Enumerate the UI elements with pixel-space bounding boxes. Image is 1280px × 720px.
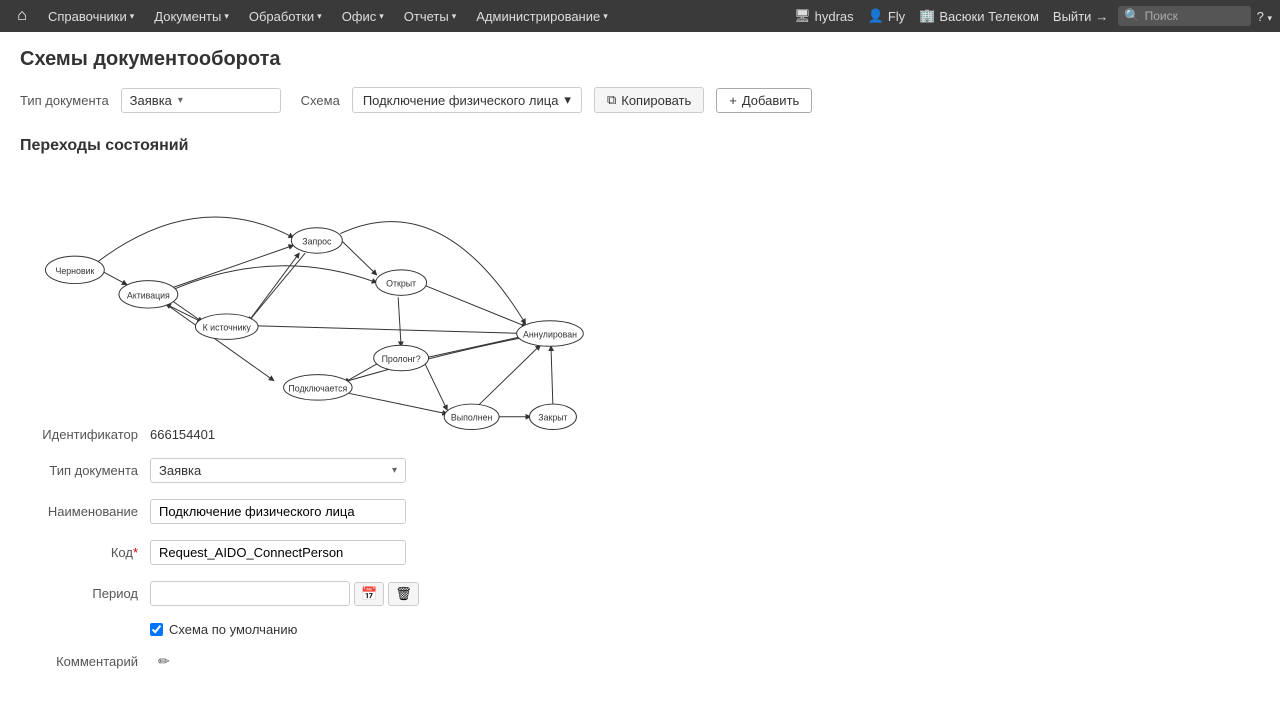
state-diagram: Черновик Активация Запрос Открыт К источ… (20, 167, 600, 407)
nav-item-обработки[interactable]: Обработки ▾ (241, 0, 330, 32)
server-item[interactable]: 🖥 hydras (790, 8, 858, 24)
schema-label: Схема (301, 93, 340, 108)
navbar: ⌂ Справочники ▾ Документы ▾ Обработки ▾ … (0, 0, 1280, 32)
caret-icon: ▾ (317, 11, 322, 22)
name-input[interactable] (150, 499, 406, 524)
caret-icon: ▾ (452, 11, 457, 22)
page-title: Схемы документооборота (20, 48, 1260, 71)
help-button[interactable]: ? ▾ (1257, 9, 1272, 24)
name-label: Наименование (20, 504, 150, 519)
form-doc-type-caret-icon: ▾ (392, 465, 397, 476)
period-row: Период 📅 🗑 (20, 581, 1260, 606)
nav-item-офис[interactable]: Офис ▾ (334, 0, 392, 32)
calendar-icon: 📅 (361, 586, 377, 601)
search-box: 🔍 (1118, 6, 1250, 26)
schema-select[interactable]: Подключение физического лица ▾ (352, 87, 582, 113)
search-icon: 🔍 (1124, 8, 1140, 24)
clear-period-button[interactable]: 🗑 (388, 582, 419, 606)
default-schema-checkbox[interactable] (150, 623, 163, 636)
svg-text:Пролонг?: Пролонг? (382, 354, 421, 364)
comment-row: Комментарий ✏ (20, 653, 1260, 670)
section-title: Переходы состояний (20, 137, 1260, 155)
caret-icon: ▾ (603, 11, 608, 22)
name-row: Наименование (20, 499, 1260, 524)
trash-icon: 🗑 (395, 586, 412, 601)
comment-edit-icon[interactable]: ✏ (158, 653, 170, 670)
id-label: Идентификатор (20, 427, 150, 442)
nav-item-администрирование[interactable]: Администрирование ▾ (468, 0, 616, 32)
code-input[interactable] (150, 540, 406, 565)
svg-text:Аннулирован: Аннулирован (523, 329, 577, 339)
svg-text:Выполнен: Выполнен (451, 413, 493, 423)
add-icon: + (729, 93, 737, 108)
code-row: Код (20, 540, 1260, 565)
period-controls: 📅 🗑 (150, 581, 419, 606)
search-input[interactable] (1145, 9, 1245, 23)
form-doc-type-label: Тип документа (20, 463, 150, 478)
caret-icon: ▾ (379, 11, 384, 22)
page-content: Схемы документооборота Тип документа Зая… (0, 32, 1280, 702)
svg-text:Открыт: Открыт (386, 279, 416, 289)
code-label: Код (20, 545, 150, 560)
server-icon: 🖥 (794, 8, 811, 24)
doc-type-label: Тип документа (20, 93, 109, 108)
copy-button[interactable]: ⧉ Копировать (594, 87, 704, 113)
default-schema-row: Схема по умолчанию (150, 622, 1260, 637)
logout-button[interactable]: Выйти → (1049, 9, 1113, 24)
nav-item-отчеты[interactable]: Отчеты ▾ (396, 0, 464, 32)
doc-type-caret-icon: ▾ (178, 95, 183, 106)
copy-icon: ⧉ (607, 92, 616, 108)
company-item[interactable]: 🏢 Васюки Телеком (915, 8, 1043, 24)
doc-type-select[interactable]: Заявка ▾ (121, 88, 281, 113)
svg-text:Закрыт: Закрыт (538, 413, 567, 423)
logout-icon: → (1095, 9, 1108, 24)
nav-item-документы[interactable]: Документы ▾ (146, 0, 237, 32)
id-value: 666154401 (150, 427, 215, 442)
schema-caret-icon: ▾ (564, 92, 571, 108)
toolbar: Тип документа Заявка ▾ Схема Подключение… (20, 87, 1260, 113)
add-button[interactable]: + Добавить (716, 88, 812, 113)
user-item[interactable]: 👤 Fly (864, 8, 910, 24)
doc-type-row: Тип документа Заявка ▾ (20, 458, 1260, 483)
svg-text:Черновик: Черновик (55, 266, 94, 276)
nav-item-справочники[interactable]: Справочники ▾ (40, 0, 142, 32)
comment-label: Комментарий (20, 654, 150, 669)
form-doc-type-select[interactable]: Заявка ▾ (150, 458, 406, 483)
svg-text:Подключается: Подключается (288, 383, 347, 393)
default-schema-label: Схема по умолчанию (169, 622, 297, 637)
calendar-button[interactable]: 📅 (354, 582, 384, 606)
company-icon: 🏢 (919, 8, 935, 24)
caret-icon: ▾ (224, 11, 229, 22)
svg-text:Активация: Активация (127, 290, 170, 300)
caret-icon: ▾ (130, 11, 135, 22)
svg-text:К источнику: К источнику (203, 323, 252, 333)
help-caret-icon: ▾ (1267, 13, 1272, 23)
svg-text:Запрос: Запрос (302, 236, 332, 246)
user-icon: 👤 (868, 8, 884, 24)
period-label: Период (20, 586, 150, 601)
id-row: Идентификатор 666154401 (20, 427, 1260, 442)
period-input[interactable] (150, 581, 350, 606)
home-button[interactable]: ⌂ (8, 2, 36, 30)
